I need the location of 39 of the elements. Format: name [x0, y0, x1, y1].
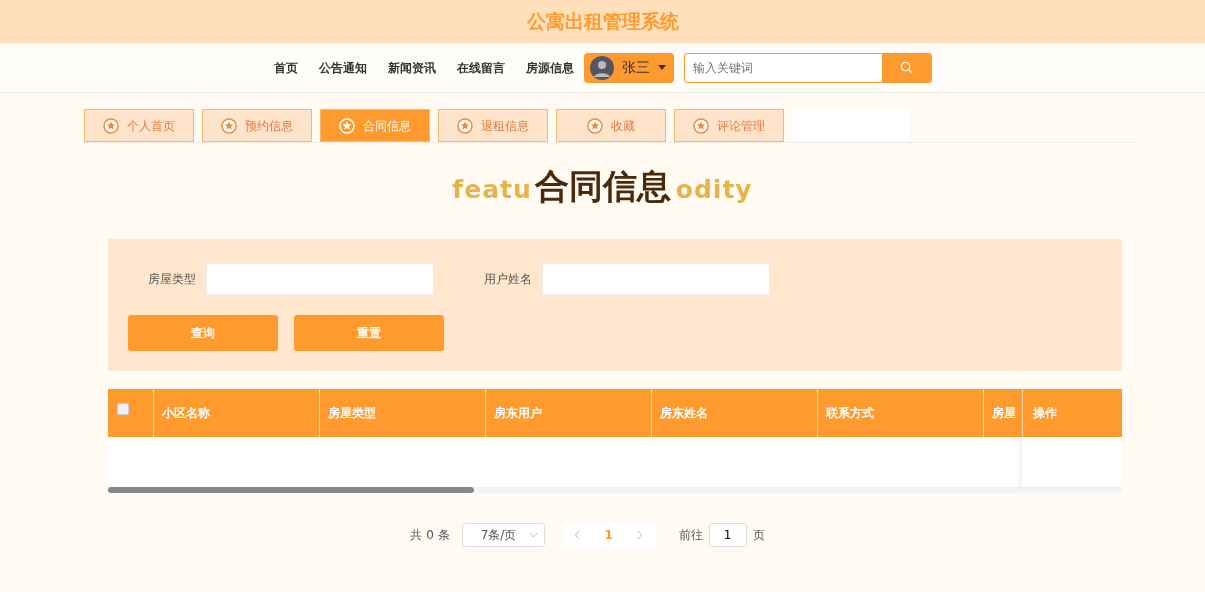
- input-field[interactable]: [206, 263, 434, 295]
- total-count: 共 0 条: [410, 527, 450, 544]
- avatar-icon: [589, 55, 614, 80]
- nav-link[interactable]: 新闻资讯: [387, 58, 436, 77]
- page-number[interactable]: 1: [592, 523, 625, 547]
- column-header: 房屋: [991, 405, 1017, 422]
- search-button[interactable]: 查询: [128, 315, 278, 351]
- nav-link[interactable]: 房源信息: [525, 58, 574, 77]
- tab[interactable]: 预约信息: [202, 109, 312, 142]
- tab[interactable]: 退租信息: [438, 109, 548, 142]
- filter-label: 房屋类型: [147, 271, 197, 288]
- select-all-checkbox[interactable]: [117, 403, 129, 415]
- reset-button[interactable]: 重置: [294, 315, 444, 351]
- caret-icon: [657, 65, 666, 70]
- chevron-down-icon: [528, 532, 538, 538]
- search-button[interactable]: [881, 52, 932, 83]
- goto-label: 前往: [678, 527, 703, 544]
- nav-link[interactable]: 首页: [273, 58, 298, 77]
- filter-label: 用户姓名: [483, 271, 533, 288]
- tab[interactable]: 收藏: [556, 109, 666, 142]
- search-icon: [900, 61, 913, 74]
- tab[interactable]: 评论管理: [674, 109, 784, 142]
- tab[interactable]: 个人首页: [84, 109, 194, 142]
- chevron-left-icon[interactable]: [574, 530, 582, 540]
- site-title: 公寓出租管理系统: [526, 9, 679, 35]
- page-title: 合同信息: [534, 165, 671, 208]
- page-suffix: 页: [752, 527, 765, 544]
- chevron-right-icon[interactable]: [636, 530, 644, 540]
- ghost-title: odity: [675, 174, 753, 206]
- tab[interactable]: 合同信息: [320, 109, 430, 142]
- page-size-select[interactable]: 7条/页: [461, 523, 545, 547]
- scrollbar-thumb[interactable]: [108, 487, 474, 493]
- nav-link[interactable]: 公告通知: [318, 58, 367, 77]
- ghost-title: featu: [452, 174, 532, 206]
- page-input[interactable]: 1: [708, 523, 747, 547]
- user-menu-button[interactable]: 张三: [583, 52, 674, 83]
- input-field[interactable]: [542, 263, 770, 295]
- nav-link[interactable]: 在线留言: [456, 58, 505, 77]
- search-field[interactable]: 输入关键词: [683, 52, 882, 83]
